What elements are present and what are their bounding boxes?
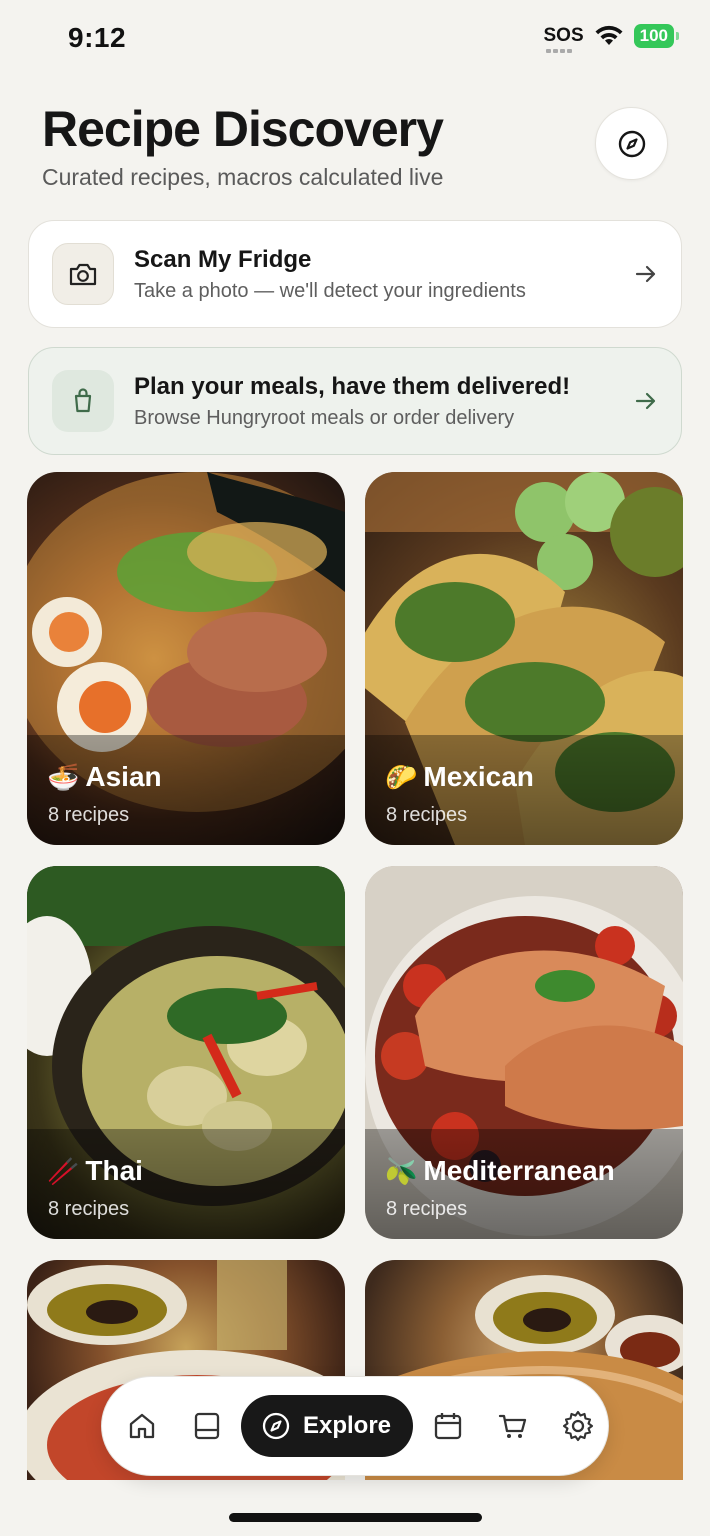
signal-dots — [545, 49, 572, 53]
page-subtitle: Curated recipes, macros calculated live — [42, 164, 444, 190]
status-time: 9:12 — [68, 22, 127, 53]
cuisine-name: Thai — [85, 1155, 143, 1186]
nav-home[interactable] — [122, 1406, 162, 1446]
page-title: Recipe Discovery — [42, 101, 444, 157]
scan-fridge-subtitle: Take a photo — we'll detect your ingredi… — [134, 279, 526, 302]
cuisine-card-asian[interactable]: 🍜 Asian 8 recipes — [27, 472, 345, 845]
compass-icon — [262, 1412, 290, 1440]
nav-explore[interactable]: Explore — [241, 1395, 414, 1457]
plan-meals-title: Plan your meals, have them delivered! — [134, 372, 571, 400]
nav-book[interactable] — [187, 1406, 227, 1446]
nav-settings[interactable] — [558, 1406, 598, 1446]
recipe-count: 8 recipes — [48, 1198, 130, 1220]
arrow-right-icon — [635, 391, 657, 411]
chopsticks-icon: 🥢 — [47, 1156, 80, 1186]
olive-icon: 🫒 — [385, 1156, 418, 1186]
sos-indicator: SOS — [543, 25, 584, 53]
nav-calendar[interactable] — [428, 1406, 468, 1446]
nav-cart[interactable] — [493, 1406, 533, 1446]
plan-meals-card[interactable]: Plan your meals, have them delivered! Br… — [28, 347, 682, 455]
cart-icon — [498, 1414, 527, 1438]
nav-explore-label: Explore — [303, 1412, 392, 1439]
cuisine-name: Asian — [85, 761, 162, 792]
compass-icon — [618, 130, 645, 157]
bag-icon-box — [52, 370, 114, 432]
status-bar: 9:12 SOS 100 — [0, 0, 710, 76]
bottom-nav: Explore — [101, 1376, 609, 1476]
cuisine-card-mexican[interactable]: 🌮 Mexican 8 recipes — [365, 472, 683, 845]
battery-indicator: 100 — [633, 24, 680, 48]
book-icon — [194, 1412, 220, 1440]
settings-icon — [562, 1410, 594, 1442]
arrow-right-icon — [635, 264, 657, 284]
plan-meals-subtitle: Browse Hungryroot meals or order deliver… — [134, 406, 515, 429]
sos-label: SOS — [543, 25, 584, 46]
cuisine-name: Mediterranean — [423, 1155, 615, 1186]
cuisine-name: Mexican — [423, 761, 534, 792]
wifi-icon — [595, 25, 623, 45]
cuisine-card-mediterranean[interactable]: 🫒 Mediterranean 8 recipes — [365, 866, 683, 1239]
scan-fridge-card[interactable]: Scan My Fridge Take a photo — we'll dete… — [28, 220, 682, 328]
calendar-icon — [434, 1413, 462, 1440]
recipe-count: 8 recipes — [48, 804, 130, 826]
home-icon — [129, 1413, 155, 1439]
camera-icon-box — [52, 243, 114, 305]
bowl-icon: 🍜 — [47, 762, 80, 792]
taco-icon: 🌮 — [385, 762, 418, 792]
recipe-count: 8 recipes — [386, 804, 468, 826]
status-indicators: SOS 100 — [543, 24, 680, 53]
home-indicator — [229, 1513, 482, 1522]
recipe-count: 8 recipes — [386, 1198, 468, 1220]
scan-fridge-title: Scan My Fridge — [134, 245, 312, 273]
compass-button[interactable] — [595, 107, 668, 180]
shopping-bag-icon — [74, 388, 92, 413]
camera-icon — [69, 263, 97, 286]
cuisine-card-thai[interactable]: 🥢 Thai 8 recipes — [27, 866, 345, 1239]
